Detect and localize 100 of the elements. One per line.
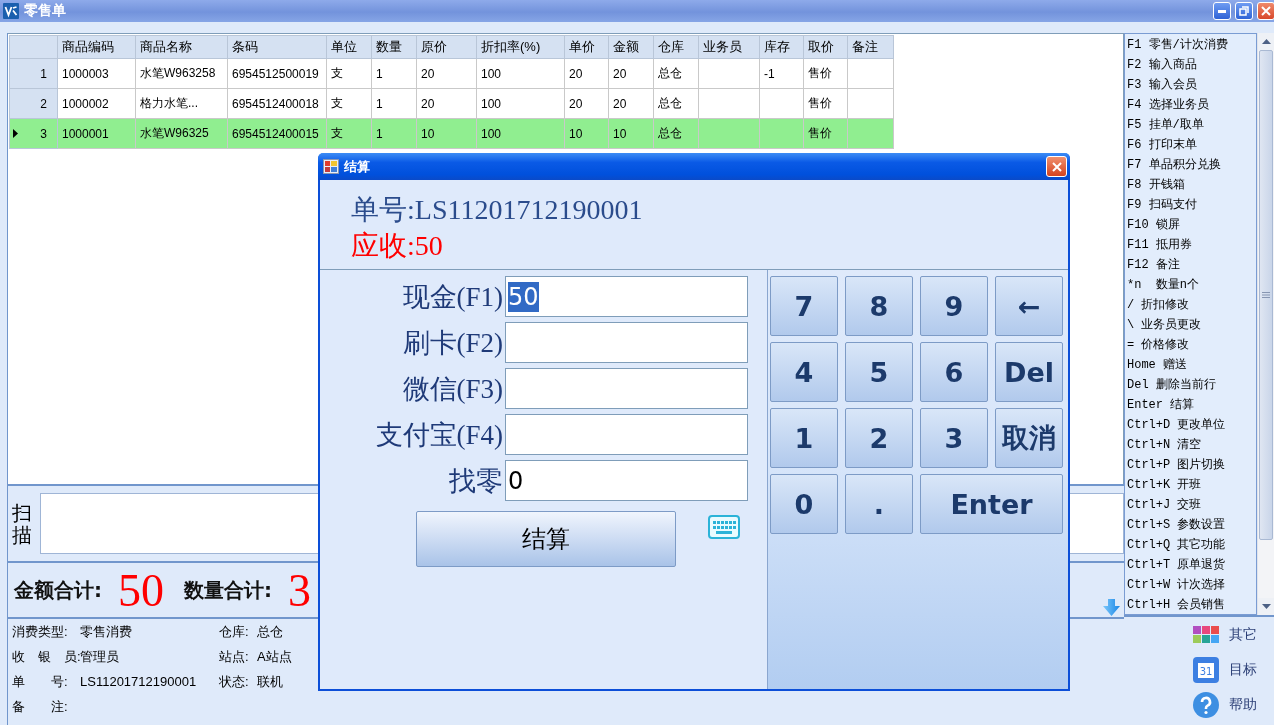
keypad-key[interactable]: ← [995,276,1063,336]
shortcut-item: Ctrl+H 会员销售 [1127,597,1227,614]
keypad-key[interactable]: 3 [920,408,988,468]
column-header[interactable]: 商品编码 [57,35,136,59]
close-icon [1051,161,1062,172]
keypad-key[interactable]: Enter [920,474,1063,534]
shortcut-item: Del 删除当前行 [1127,377,1217,394]
column-header[interactable]: 数量 [371,35,417,59]
column-header[interactable]: 原价 [416,35,477,59]
total-value: 3 [288,567,311,614]
column-header[interactable]: 折扣率(%) [476,35,565,59]
table-cell: 10 [564,118,609,149]
keypad-key[interactable]: 1 [770,408,838,468]
shortcut-item: *n 数量n个 [1127,277,1200,294]
keypad-key[interactable]: 取消 [995,408,1063,468]
keypad-key[interactable]: 8 [845,276,913,336]
table-cell: 6954512500019 [227,58,327,89]
info-value: A站点 [257,647,292,666]
table-cell: 6954512400015 [227,118,327,149]
info-value: LS11201712190001 [80,674,197,689]
keypad-key[interactable]: . [845,474,913,534]
column-header[interactable]: 库存 [759,35,804,59]
scan-label: 扫描 [12,501,32,546]
column-header[interactable]: 商品名称 [135,35,228,59]
table-row[interactable]: 2 1000002 格力水笔... 6954512400018 支 1 20 100 20 20 总仓 售价 [9,88,894,119]
shortcut-item: = 价格修改 [1127,337,1191,354]
column-header[interactable]: 取价 [803,35,848,59]
calendar-button[interactable]: 31 目标 [1193,656,1257,683]
keypad-key[interactable]: 4 [770,342,838,402]
minimize-button[interactable] [1213,2,1231,20]
info-label: 单 号: [12,672,68,691]
payment-input-field[interactable] [505,322,748,363]
table-cell: 水笔W963258 [135,58,228,89]
dialog-title: 结算 [344,157,370,176]
minimize-icon [1218,9,1226,13]
column-header[interactable]: 金额 [608,35,654,59]
shortcut-item: F5 挂单/取单 [1127,117,1205,134]
dialog-close-button[interactable] [1046,156,1067,177]
app-logo-icon [3,3,19,19]
close-button[interactable] [1257,2,1274,20]
keypad-key[interactable]: Del [995,342,1063,402]
payment-label: 找零 [448,464,504,498]
checkout-button[interactable]: 结算 [416,511,676,567]
column-header[interactable]: 仓库 [653,35,699,59]
total-label: 数量合计: [184,577,272,604]
table-cell: 支 [326,58,372,89]
table-cell: 1000001 [57,118,136,149]
keyboard-icon[interactable] [708,515,740,539]
keypad-key[interactable]: 9 [920,276,988,336]
table-cell: 总仓 [653,58,699,89]
shortcut-item: / 折扣修改 [1127,297,1191,314]
table-cell: 1 [371,88,417,119]
payment-input-field[interactable] [505,414,748,455]
table-row[interactable]: 3 1000001 水笔W96325 6954512400015 支 1 10 100 10 10 总仓 售价 [9,118,894,149]
apps-button[interactable]: 其它 [1193,621,1257,648]
scroll-down-button[interactable] [1258,598,1274,615]
restore-button[interactable] [1235,2,1253,20]
shortcut-item: \ 业务员更改 [1127,317,1203,334]
down-arrow-icon[interactable] [1103,599,1120,616]
shortcut-item: F1 零售/计次消费 [1127,37,1229,54]
column-header[interactable]: 单价 [564,35,609,59]
shortcut-item: F3 输入会员 [1127,77,1198,94]
total-value: 50 [118,567,164,614]
info-value: 零售消费 [80,622,132,641]
table-cell: 20 [564,58,609,89]
scroll-up-button[interactable] [1258,33,1274,50]
close-icon [1261,6,1271,16]
scrollbar[interactable] [1257,33,1274,615]
shortcut-item: F9 扫码支付 [1127,197,1198,214]
table-cell: 支 [326,88,372,119]
table-cell: 1000002 [57,88,136,119]
info-value: 联机 [257,672,283,691]
table-cell: 售价 [803,58,848,89]
restore-icon [1239,6,1249,16]
shortcut-item: Ctrl+D 更改单位 [1127,417,1227,434]
keypad-key[interactable]: 6 [920,342,988,402]
help-button[interactable]: 帮助 [1193,691,1257,718]
keypad-key[interactable]: 5 [845,342,913,402]
keypad-key[interactable]: 7 [770,276,838,336]
table-row[interactable]: 1 1000003 水笔W963258 6954512500019 支 1 20 100 20 20 总仓 -1 售价 [9,58,894,89]
shortcut-item: Enter 结算 [1127,397,1196,414]
info-label: 备 注: [12,697,68,716]
payment-label: 支付宝(F4) [374,418,504,452]
table-cell: 20 [416,88,477,119]
column-header[interactable]: 备注 [847,35,894,59]
shortcut-item: Home 赠送 [1127,357,1188,374]
column-header[interactable]: 条码 [227,35,327,59]
table-cell: 1000003 [57,58,136,89]
shortcut-item: Ctrl+J 交班 [1127,497,1203,514]
shortcut-item: F6 打印末单 [1127,137,1198,154]
scrollbar-thumb[interactable] [1259,50,1273,540]
column-header[interactable]: 单位 [326,35,372,59]
column-header[interactable]: 业务员 [698,35,760,59]
keypad-key[interactable]: 0 [770,474,838,534]
payment-input-field[interactable]: 50 [505,276,748,317]
payment-input-field[interactable] [505,368,748,409]
table-cell: 售价 [803,88,848,119]
keypad-key[interactable]: 2 [845,408,913,468]
amount-due: 应收:50 [351,229,443,263]
payment-input-field[interactable]: 0 [505,460,748,501]
